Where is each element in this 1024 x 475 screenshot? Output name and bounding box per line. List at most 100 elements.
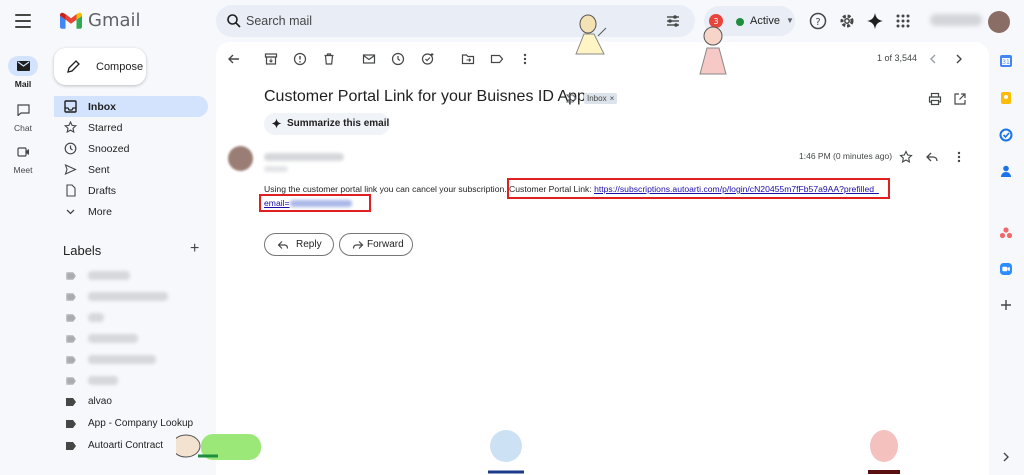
- highlight-box-link: [507, 178, 890, 199]
- rail-item-mail[interactable]: Mail: [0, 56, 46, 89]
- caret-down-icon: ▼: [786, 16, 794, 25]
- doodle-figure-decoration: [868, 430, 900, 474]
- label-item-redacted[interactable]: [63, 351, 213, 369]
- asana-addon-icon[interactable]: [999, 226, 1013, 240]
- label-icon: [66, 356, 76, 364]
- back-arrow-icon[interactable]: [227, 52, 241, 66]
- snooze-icon[interactable]: [391, 52, 405, 66]
- doodle-figure-decoration: [488, 430, 524, 474]
- search-input[interactable]: Search mail: [246, 14, 312, 28]
- label-name-redacted: [88, 292, 168, 301]
- archive-icon[interactable]: [264, 52, 278, 66]
- top-bar: Gmail Search mail 3 Active ▼ ?: [0, 0, 1024, 42]
- meet-icon: [8, 142, 38, 162]
- zoom-addon-icon[interactable]: [999, 262, 1013, 276]
- gmail-logo[interactable]: Gmail: [60, 10, 141, 31]
- add-addon-icon[interactable]: [999, 298, 1013, 312]
- label-icon: [66, 335, 76, 343]
- importance-marker-icon[interactable]: [566, 93, 577, 104]
- pager-text: 1 of 3,544: [877, 53, 918, 63]
- tasks-icon[interactable]: [999, 128, 1013, 142]
- report-spam-icon[interactable]: [293, 52, 307, 66]
- summarize-email-button[interactable]: Summarize this email: [264, 113, 390, 135]
- print-icon[interactable]: [928, 92, 942, 106]
- reply-icon[interactable]: [925, 150, 939, 164]
- label-item-company-lookup[interactable]: App - Company Lookup: [63, 415, 213, 433]
- status-label: Active: [750, 15, 780, 27]
- sidebar-item-label: Drafts: [88, 185, 117, 197]
- label-name: Autoarti Contract: [88, 440, 164, 451]
- apps-grid-icon[interactable]: [894, 12, 912, 30]
- sidebar-item-drafts[interactable]: Drafts: [54, 180, 208, 201]
- add-label-icon[interactable]: +: [190, 240, 199, 258]
- sidebar-item-sent[interactable]: Sent: [54, 159, 208, 180]
- search-icon[interactable]: [226, 13, 242, 29]
- compose-button[interactable]: Compose: [54, 48, 146, 85]
- app-rail: Mail Chat Meet: [0, 42, 46, 475]
- contacts-icon[interactable]: [999, 164, 1013, 178]
- sender-name-redacted[interactable]: [264, 153, 344, 161]
- sidebar-item-inbox[interactable]: Inbox: [54, 96, 208, 117]
- sender-avatar[interactable]: [228, 146, 253, 171]
- label-item-redacted[interactable]: [63, 267, 213, 285]
- label-name-redacted: [88, 313, 104, 322]
- trash-icon[interactable]: [322, 52, 336, 66]
- search-bar[interactable]: Search mail: [216, 5, 695, 37]
- remove-label-icon[interactable]: ×: [610, 93, 615, 104]
- chevron-down-icon: [66, 209, 75, 215]
- recipient-redacted[interactable]: [264, 166, 288, 172]
- avatar[interactable]: [988, 11, 1010, 33]
- sidebar-item-more[interactable]: More: [54, 201, 208, 222]
- summarize-label: Summarize this email: [287, 118, 390, 129]
- extension-badge-icon[interactable]: 3: [708, 13, 724, 29]
- label-item-alvao[interactable]: alvao: [63, 393, 213, 411]
- account-button[interactable]: [930, 8, 1010, 34]
- label-item-redacted[interactable]: [63, 372, 213, 390]
- label-name-redacted: [88, 334, 138, 343]
- status-selector[interactable]: 3 Active ▼: [704, 6, 795, 36]
- keep-icon[interactable]: [999, 91, 1013, 105]
- draft-icon: [66, 184, 76, 197]
- sparkle-icon: [271, 118, 282, 129]
- label-icon[interactable]: [490, 52, 504, 66]
- gemini-sparkle-icon[interactable]: [866, 12, 884, 30]
- search-options-icon[interactable]: [665, 13, 681, 29]
- app-name: Gmail: [88, 10, 141, 31]
- calendar-icon[interactable]: 31: [999, 54, 1013, 68]
- forward-icon: [352, 241, 364, 249]
- rail-item-meet[interactable]: Meet: [0, 142, 46, 175]
- next-chevron-icon[interactable]: [952, 52, 966, 66]
- label-item-redacted[interactable]: [63, 309, 213, 327]
- more-vert-icon[interactable]: [952, 150, 966, 164]
- sidebar-item-snoozed[interactable]: Snoozed: [54, 138, 208, 159]
- help-icon[interactable]: ?: [809, 12, 827, 30]
- rail-label-meet: Meet: [13, 165, 33, 175]
- add-task-icon[interactable]: [421, 52, 435, 66]
- gear-icon[interactable]: [838, 12, 856, 30]
- label-item-redacted[interactable]: [63, 330, 213, 348]
- rail-item-chat[interactable]: Chat: [0, 100, 46, 133]
- reply-label: Reply: [296, 239, 322, 250]
- reply-button[interactable]: Reply: [264, 233, 334, 256]
- highlight-box-email: [259, 194, 371, 212]
- body-text: Using the customer portal link you can c…: [264, 184, 507, 194]
- mark-unread-icon[interactable]: [362, 52, 376, 66]
- label-item-redacted[interactable]: [63, 288, 213, 306]
- main-menu-icon[interactable]: [12, 10, 34, 32]
- chat-icon: [8, 100, 38, 120]
- star-icon[interactable]: [899, 150, 913, 164]
- pencil-icon: [67, 60, 80, 73]
- label-icon: [66, 420, 76, 428]
- sidebar-item-starred[interactable]: Starred: [54, 117, 208, 138]
- sidebar-item-label: Starred: [88, 122, 123, 134]
- expand-panel-chevron-icon[interactable]: [999, 450, 1013, 464]
- label-item-autoarti-contract[interactable]: Autoarti Contract: [63, 437, 213, 455]
- open-new-window-icon[interactable]: [953, 92, 967, 106]
- side-panel-rail: 31: [989, 42, 1024, 475]
- reply-icon: [277, 241, 289, 249]
- forward-button[interactable]: Forward: [339, 233, 413, 256]
- svg-text:31: 31: [1002, 59, 1010, 66]
- more-vert-icon[interactable]: [518, 52, 532, 66]
- prev-chevron-icon[interactable]: [926, 52, 940, 66]
- move-to-icon[interactable]: [461, 52, 475, 66]
